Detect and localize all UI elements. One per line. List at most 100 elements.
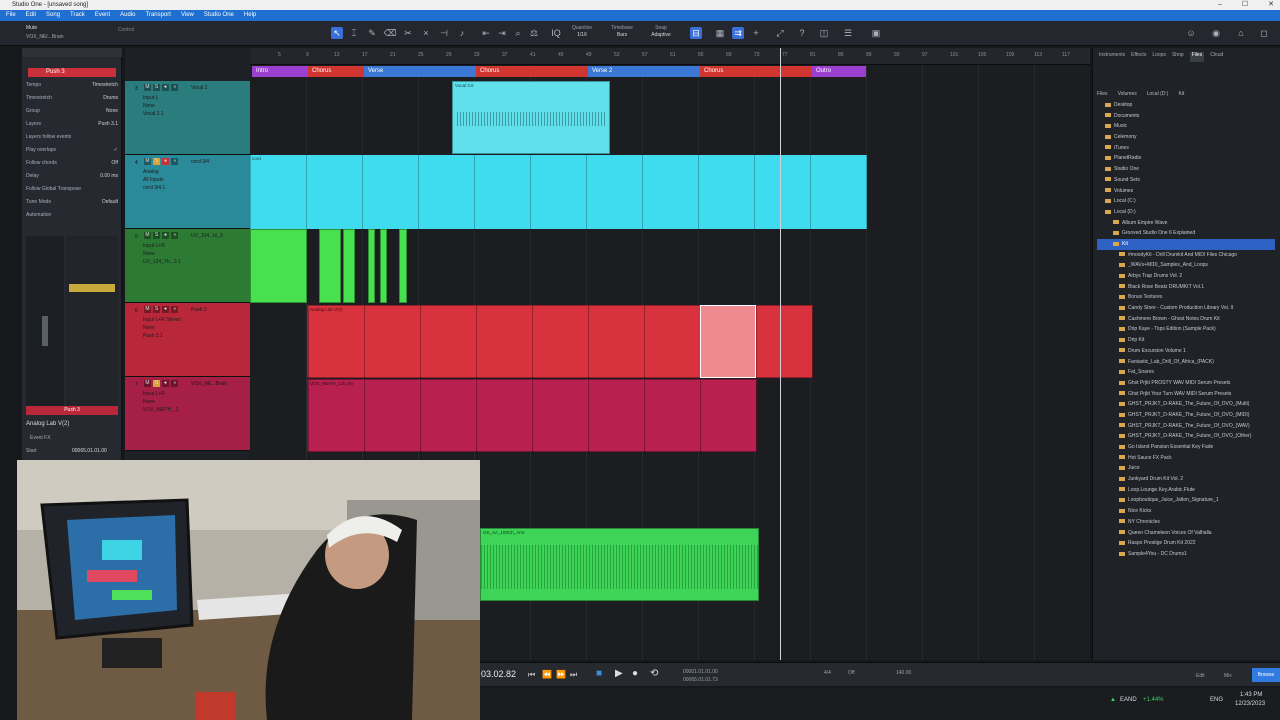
browser-item[interactable]: GHST_PRJKT_D-RAKE_The_Future_Of_OVO_(MID…: [1097, 410, 1275, 421]
range-tool-icon[interactable]: ⌶: [348, 27, 360, 39]
record-button[interactable]: ●: [162, 232, 169, 239]
arrange-view-icon[interactable]: ◫: [818, 27, 830, 39]
solo-button[interactable]: S: [153, 306, 160, 313]
browser-item[interactable]: GHST_PRJKT_D-RAKE_The_Future_Of_OVO_(Mul…: [1097, 399, 1275, 410]
menu-audio[interactable]: Audio: [120, 10, 135, 21]
solo-button[interactable]: S: [153, 232, 160, 239]
menu-event[interactable]: Event: [95, 10, 110, 21]
tab-shop[interactable]: Shop: [1172, 52, 1184, 62]
record-button[interactable]: ●: [162, 306, 169, 313]
browser-item[interactable]: Studio One: [1097, 164, 1275, 175]
audio-clip-green[interactable]: [319, 229, 341, 303]
browser-item[interactable]: Ghst Prjkt Your Turn WAV MIDI Serum Pres…: [1097, 389, 1275, 400]
grid-icon[interactable]: ▦: [714, 27, 726, 39]
minimize-icon[interactable]: –: [1218, 0, 1222, 10]
more-icon[interactable]: ◻: [1258, 27, 1270, 39]
list-view-icon[interactable]: ☰: [842, 27, 854, 39]
zoom-icon[interactable]: ⌕: [512, 27, 524, 39]
section-chorus[interactable]: Chorus: [476, 66, 588, 77]
mute-button[interactable]: M: [144, 158, 151, 165]
section-chorus[interactable]: Chorus: [700, 66, 812, 77]
playhead[interactable]: [780, 48, 781, 660]
inspector-row-layers-follow[interactable]: Layers follow events: [26, 134, 118, 143]
mute-button[interactable]: M: [144, 84, 151, 91]
midi-clip-cord[interactable]: cord: [250, 155, 867, 229]
menu-studio-one[interactable]: Studio One: [204, 10, 234, 21]
browser-item[interactable]: Loopboutique_Juice_Jalton_Signature_1: [1097, 495, 1275, 506]
track-header[interactable]: 7 M S ● ◑ VOX_NE...Brain Input L+R None VOX…: [125, 377, 250, 451]
track-name[interactable]: Vocal 2: [191, 85, 207, 91]
track-name[interactable]: cord 3/4: [191, 159, 209, 165]
snap-toggle-icon[interactable]: ⊟: [690, 27, 702, 39]
selected-clip[interactable]: [700, 305, 756, 378]
listen-tool-icon[interactable]: ♪: [456, 27, 468, 39]
mix-button[interactable]: Mix: [1224, 673, 1232, 679]
audio-clip-green[interactable]: [343, 229, 355, 303]
time-signature[interactable]: 4/4: [824, 670, 831, 676]
inspector-row-follow-chords[interactable]: Follow chords Off: [26, 160, 118, 169]
browser-item[interactable]: Raspo Prestige Drum Kit 2022: [1097, 538, 1275, 549]
monitor-button[interactable]: ◑: [171, 232, 178, 239]
mute-button[interactable]: M: [144, 306, 151, 313]
browser-item[interactable]: _WAVs+MIDI_Samples_And_Loops: [1097, 260, 1275, 271]
browser-item[interactable]: iTunes: [1097, 143, 1275, 154]
end-icon[interactable]: ⏭: [570, 670, 577, 680]
snap-control[interactable]: Snap Adaptive: [646, 25, 676, 39]
track-input[interactable]: Input L+R: [143, 243, 165, 249]
stop-icon[interactable]: ■: [596, 668, 602, 679]
browser-item[interactable]: Ghst Prjkt PROSTY WAV MIDI Serum Presets: [1097, 378, 1275, 389]
track-output[interactable]: All Inputs: [143, 177, 164, 183]
section-outro[interactable]: Outro: [812, 66, 866, 77]
arrow-tool-icon[interactable]: ↖: [331, 27, 343, 39]
autoscroll-icon[interactable]: ⇉: [732, 27, 744, 39]
tab-instruments[interactable]: Instruments: [1099, 52, 1125, 62]
iq-icon[interactable]: IQ: [550, 27, 562, 39]
audio-clip-green[interactable]: [399, 229, 407, 303]
home-icon[interactable]: ⌂: [1235, 27, 1247, 39]
breadcrumb-item[interactable]: Files: [1097, 91, 1108, 100]
language[interactable]: ENG: [1210, 697, 1223, 703]
browser-item[interactable]: Desktop: [1097, 100, 1275, 111]
checkbox-icon[interactable]: ✓: [114, 147, 118, 156]
track-output[interactable]: None: [143, 251, 155, 257]
monitor-button[interactable]: ◑: [171, 380, 178, 387]
audio-clip-vox[interactable]: VOX_NEITH_120_bo: [307, 379, 758, 453]
browse-button[interactable]: Browse: [1252, 668, 1280, 682]
audio-clip-green-lower[interactable]: OS_AA_100Ch_Amt: [480, 528, 760, 601]
track-name[interactable]: Push 3: [191, 307, 207, 313]
browser-item[interactable]: GHST_PRJKT_D-RAKE_The_Future_Of_OVO_(WAV…: [1097, 421, 1275, 432]
track-name[interactable]: UV_104...hi_3: [191, 233, 223, 239]
record-button[interactable]: ●: [162, 84, 169, 91]
instrument-name[interactable]: Analog Lab V(2): [26, 421, 69, 427]
audio-clip-green[interactable]: [250, 229, 307, 303]
maximize-icon[interactable]: ☐: [1242, 0, 1248, 10]
inspector-row-tempo[interactable]: Tempo Timestretch: [26, 82, 118, 91]
browser-item[interactable]: Go Island Pansian Essential Key Fade: [1097, 442, 1275, 453]
record-button[interactable]: ●: [162, 380, 169, 387]
browser-item[interactable]: Arbys Trap Drums Vol. 2: [1097, 271, 1275, 282]
mute-button[interactable]: M: [144, 232, 151, 239]
tab-cloud[interactable]: Cloud: [1210, 52, 1223, 62]
menu-song[interactable]: Song: [46, 10, 60, 21]
browser-item[interactable]: Fat_Snares: [1097, 367, 1275, 378]
solo-button[interactable]: S: [153, 84, 160, 91]
stock-ticker[interactable]: EAND: [1120, 697, 1137, 703]
position-end[interactable]: 00065.01.01.73: [683, 677, 718, 683]
track-output[interactable]: None: [143, 399, 155, 405]
browser-item[interactable]: Local (D:): [1097, 207, 1275, 218]
section-verse[interactable]: Verse: [364, 66, 476, 77]
monitor-button[interactable]: ◑: [171, 84, 178, 91]
browser-item[interactable]: Local (C:): [1097, 196, 1275, 207]
position-start[interactable]: 00001.01.01.00: [683, 669, 718, 675]
browser-item[interactable]: Candy Store - Custom Production Library …: [1097, 303, 1275, 314]
browser-item[interactable]: Drum Excursion Volume 1: [1097, 346, 1275, 357]
volume-fader[interactable]: [42, 316, 48, 346]
eraser-tool-icon[interactable]: ⌫: [384, 27, 397, 39]
track-input[interactable]: Input L+R: [143, 391, 165, 397]
section-verse-2[interactable]: Verse 2: [588, 66, 700, 77]
cursor-follow-icon[interactable]: +: [750, 27, 762, 39]
scale-icon[interactable]: ⚖: [528, 27, 540, 39]
monitor-button[interactable]: ◑: [171, 158, 178, 165]
track-input[interactable]: Analog: [143, 169, 159, 175]
track-input[interactable]: Input L+R Stereo: [143, 317, 181, 323]
